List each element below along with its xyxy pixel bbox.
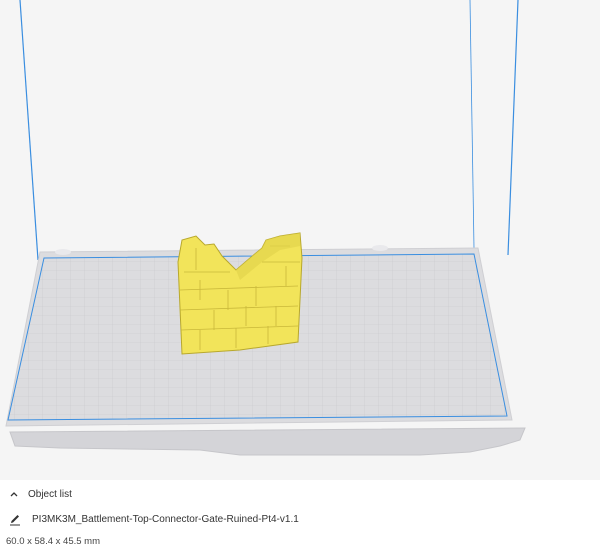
pencil-icon[interactable] <box>8 512 22 526</box>
object-panel: Object list PI3MK3M_Battlement-Top-Conne… <box>0 480 600 550</box>
build-volume-edge-left <box>19 0 39 261</box>
build-volume-edge-far-right <box>469 0 475 249</box>
dimensions-row: 60.0 x 58.4 x 45.5 mm <box>6 536 100 547</box>
file-name[interactable]: PI3MK3M_Battlement-Top-Connector-Gate-Ru… <box>32 514 299 525</box>
chevron-up-icon <box>8 488 20 500</box>
object-list-toggle[interactable]: Object list <box>8 488 72 500</box>
file-name-row: PI3MK3M_Battlement-Top-Connector-Gate-Ru… <box>8 512 299 526</box>
build-volume-edge-right <box>507 0 519 256</box>
object-list-label: Object list <box>28 488 72 500</box>
object-dimensions: 60.0 x 58.4 x 45.5 mm <box>6 536 100 547</box>
3d-viewport[interactable] <box>0 0 600 480</box>
